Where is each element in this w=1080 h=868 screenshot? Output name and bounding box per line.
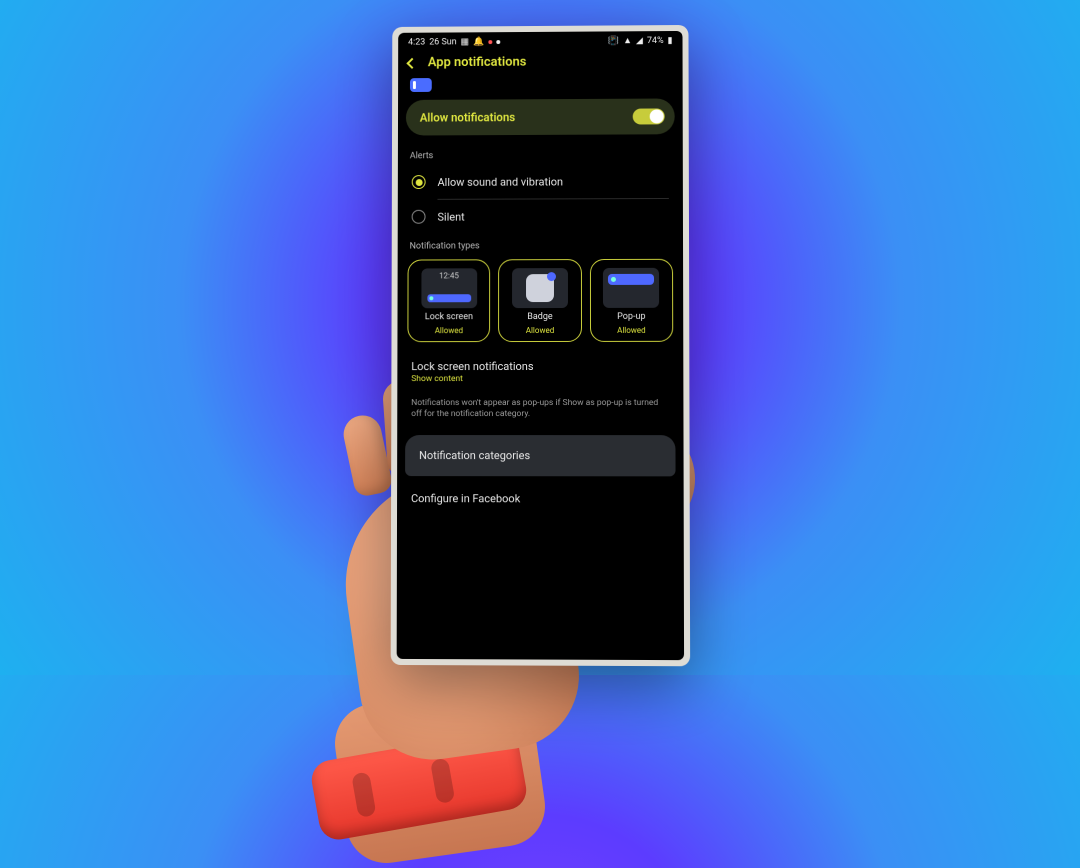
- allow-notifications-toggle[interactable]: [633, 108, 665, 124]
- configure-in-app-row[interactable]: Configure in Facebook: [397, 480, 684, 518]
- lockscreen-notifications-sub: Show content: [411, 374, 669, 384]
- battery-icon: ▮: [668, 35, 673, 45]
- battery-percent: 74%: [647, 36, 664, 46]
- type-badge-title: Badge: [527, 312, 552, 322]
- lockscreen-notifications-title: Lock screen notifications: [411, 360, 669, 373]
- type-badge-status: Allowed: [526, 326, 554, 335]
- alert-silent-row[interactable]: Silent: [398, 199, 683, 234]
- app-icon-chip: [410, 78, 432, 92]
- lockscreen-preview-time: 12:45: [421, 268, 477, 280]
- phone-screen: 4:23 26 Sun ▦ 🔔 📳 ▲ ◢ 74% ▮ App notifica…: [397, 31, 684, 660]
- status-date: 26 Sun: [429, 37, 456, 47]
- bell-icon: 🔔: [473, 37, 484, 47]
- gallery-icon: ▦: [461, 37, 469, 47]
- radio-unselected-icon[interactable]: [412, 210, 426, 224]
- status-bar: 4:23 26 Sun ▦ 🔔 📳 ▲ ◢ 74% ▮: [398, 31, 682, 50]
- type-lockscreen-title: Lock screen: [425, 312, 473, 322]
- type-lockscreen-card[interactable]: 12:45 Lock screen Allowed: [407, 259, 490, 342]
- alert-sound-label: Allow sound and vibration: [438, 175, 564, 188]
- alert-silent-label: Silent: [437, 210, 464, 223]
- back-icon[interactable]: [406, 57, 417, 68]
- type-lockscreen-status: Allowed: [435, 326, 463, 335]
- radio-selected-icon[interactable]: [412, 175, 426, 189]
- allow-notifications-row[interactable]: Allow notifications: [406, 98, 675, 135]
- alerts-section-label: Alerts: [398, 142, 683, 165]
- allow-notifications-label: Allow notifications: [420, 110, 515, 124]
- type-popup-title: Pop-up: [617, 312, 645, 322]
- type-badge-card[interactable]: Badge Allowed: [498, 259, 581, 342]
- lockscreen-notifications-row[interactable]: Lock screen notifications Show content: [397, 350, 683, 392]
- badge-preview-icon: [512, 268, 568, 308]
- status-time: 4:23: [408, 37, 425, 47]
- lockscreen-preview-icon: 12:45: [421, 268, 477, 308]
- popup-info-text: Notifications won't appear as pop-ups if…: [397, 392, 683, 431]
- recording-dot-icon: [488, 40, 492, 44]
- wifi-icon: ▲: [623, 35, 632, 46]
- notification-types-row: 12:45 Lock screen Allowed Badge Allowed …: [397, 255, 683, 350]
- vibrate-icon: 📳: [608, 36, 619, 46]
- page-title: App notifications: [428, 55, 527, 70]
- alert-sound-row[interactable]: Allow sound and vibration: [398, 164, 683, 199]
- type-popup-card[interactable]: Pop-up Allowed: [590, 259, 674, 342]
- phone-frame: 4:23 26 Sun ▦ 🔔 📳 ▲ ◢ 74% ▮ App notifica…: [391, 25, 690, 666]
- types-section-label: Notification types: [398, 233, 683, 256]
- configure-in-app-label: Configure in Facebook: [411, 492, 520, 505]
- signal-icon: ◢: [636, 36, 643, 46]
- more-dot-icon: [496, 40, 500, 44]
- popup-preview-icon: [603, 268, 659, 308]
- notification-categories-row[interactable]: Notification categories: [405, 435, 675, 476]
- type-popup-status: Allowed: [617, 326, 646, 335]
- screen-header: App notifications: [398, 48, 682, 78]
- notification-categories-label: Notification categories: [419, 449, 530, 462]
